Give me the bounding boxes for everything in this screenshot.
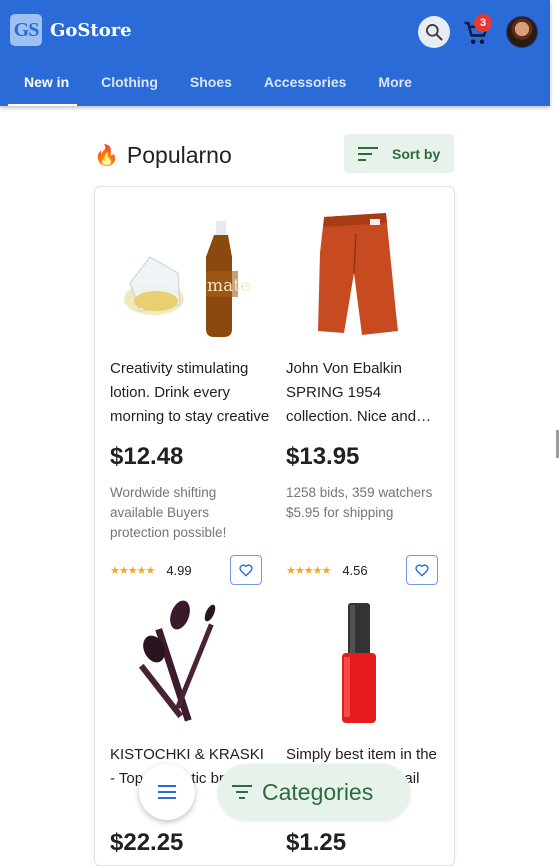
product-price: $13.95: [286, 443, 360, 470]
sort-button-label: Sort by: [392, 145, 441, 162]
section-header: 🔥 Popularno: [94, 142, 232, 169]
filter-icon: [232, 785, 252, 799]
user-avatar[interactable]: [506, 16, 538, 48]
tab-clothing[interactable]: Clothing: [85, 58, 174, 106]
product-image-orange-trousers[interactable]: [286, 213, 438, 343]
product-card[interactable]: John Von Ebalkin SPRING 1954 collection.…: [286, 213, 446, 585]
favorite-button[interactable]: [230, 555, 262, 585]
tab-new-in[interactable]: New in: [0, 58, 85, 106]
logo[interactable]: GS GoStore: [10, 14, 132, 46]
product-image-red-nail-polish[interactable]: [286, 599, 438, 729]
sort-icon: [358, 146, 378, 161]
product-price: $12.48: [110, 443, 184, 470]
section-title: Popularno: [126, 142, 232, 168]
cart-count-badge: 3: [474, 14, 492, 32]
sort-button[interactable]: Sort by: [344, 134, 454, 173]
menu-fab[interactable]: [139, 764, 195, 820]
category-tabs: New in Clothing Shoes Accessories More: [0, 58, 428, 106]
product-card[interactable]: mate Creativity stimulating lotion. Drin…: [110, 213, 270, 585]
rating-value: 4.56: [342, 562, 368, 578]
product-price: $1.25: [286, 829, 347, 856]
search-button[interactable]: [418, 16, 450, 48]
fire-icon: 🔥: [94, 145, 119, 167]
tab-more[interactable]: More: [362, 58, 427, 106]
product-rating: ★★★★★ 4.56: [286, 555, 446, 585]
product-description: Wordwide shifting available Buyers prote…: [110, 485, 227, 540]
rating-value: 4.99: [166, 562, 192, 578]
brand-name: GoStore: [50, 19, 132, 41]
favorite-button[interactable]: [406, 555, 438, 585]
app-header: GS GoStore 3 New in Clothing Shoes Acces…: [0, 0, 550, 106]
product-image-bottle-and-glass[interactable]: mate: [110, 213, 262, 343]
rating-stars: ★★★★★: [286, 564, 331, 577]
cart-button[interactable]: 3: [462, 14, 496, 48]
heart-icon: [415, 563, 429, 576]
tab-shoes[interactable]: Shoes: [174, 58, 248, 106]
tab-accessories[interactable]: Accessories: [248, 58, 363, 106]
categories-button[interactable]: Categories: [218, 764, 410, 820]
logo-badge: GS: [10, 14, 42, 46]
search-icon: [426, 24, 443, 41]
categories-label: Categories: [262, 778, 374, 805]
menu-icon: [158, 785, 176, 799]
product-description: 1258 bids, 359 watchers $5.95 for shippi…: [286, 485, 433, 520]
heart-icon: [239, 563, 253, 576]
product-rating: ★★★★★ 4.99: [110, 555, 270, 585]
product-image-makeup-brushes[interactable]: [110, 599, 262, 729]
product-price: $22.25: [110, 829, 184, 856]
product-title[interactable]: John Von Ebalkin SPRING 1954 collection.…: [286, 357, 446, 429]
rating-stars: ★★★★★: [110, 564, 155, 577]
svg-text:mate: mate: [207, 276, 250, 296]
product-title[interactable]: Creativity stimulating lotion. Drink eve…: [110, 357, 270, 429]
